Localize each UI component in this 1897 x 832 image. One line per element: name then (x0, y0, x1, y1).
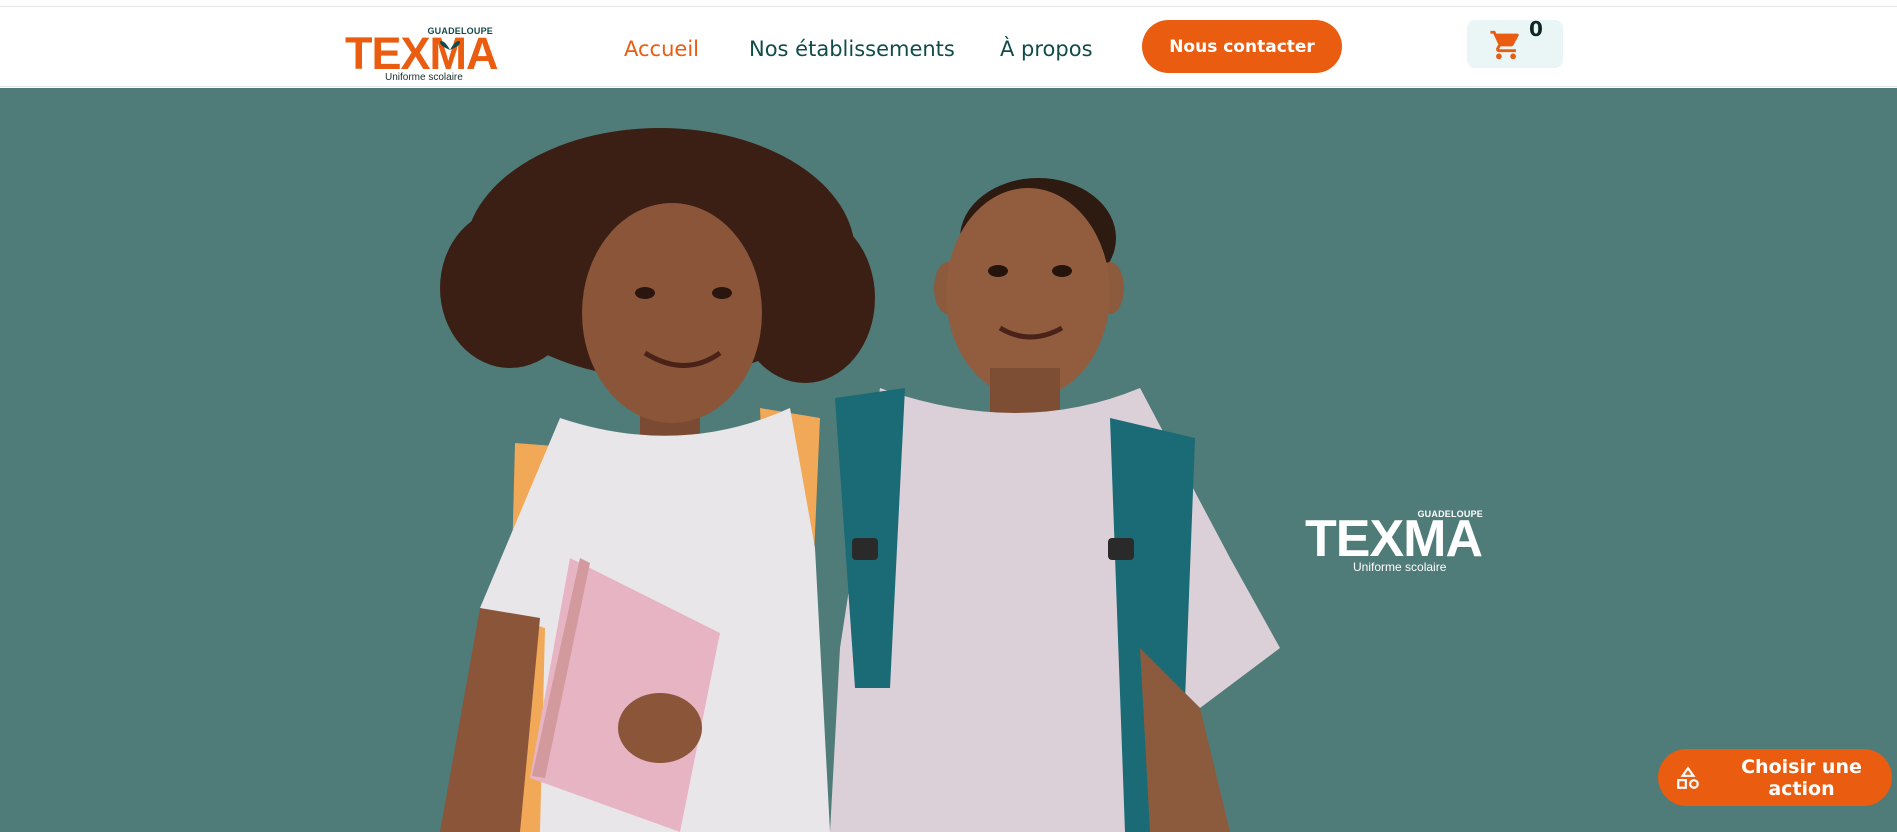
hero-logo: GUADELOUPE TEXMA Uniforme scolaire (1305, 509, 1495, 575)
cart-icon (1488, 28, 1524, 66)
site-header: GUADELOUPE TEXMA Uniforme scolaire Accue… (0, 7, 1897, 87)
top-border (0, 0, 1897, 7)
nav-etablissements[interactable]: Nos établissements (749, 35, 955, 63)
logo-tagline: Uniforme scolaire (385, 72, 463, 83)
site-logo[interactable]: GUADELOUPE TEXMA Uniforme scolaire (345, 17, 498, 83)
shapes-icon (1675, 765, 1701, 791)
choose-action-button[interactable]: Choisir une action (1658, 749, 1892, 806)
hero-banner: GUADELOUPE TEXMA Uniforme scolaire (0, 88, 1897, 832)
cart-count: 0 (1529, 17, 1543, 41)
hero-logo-tagline: Uniforme scolaire (1353, 560, 1447, 574)
girl-figure (440, 128, 875, 832)
hero-logo-wordmark: TEXMA (1305, 510, 1483, 568)
nav-a-propos[interactable]: À propos (1000, 35, 1093, 63)
boy-figure (830, 178, 1280, 832)
logo-wordmark: TEXMA (345, 28, 498, 79)
cart-button[interactable]: 0 (1467, 17, 1563, 68)
hero-photo (440, 128, 1280, 832)
contact-button[interactable]: Nous contacter (1142, 20, 1342, 73)
butterfly-leaf-icon (439, 37, 461, 56)
nav-accueil[interactable]: Accueil (624, 35, 699, 63)
choose-action-label: Choisir une action (1741, 755, 1862, 800)
